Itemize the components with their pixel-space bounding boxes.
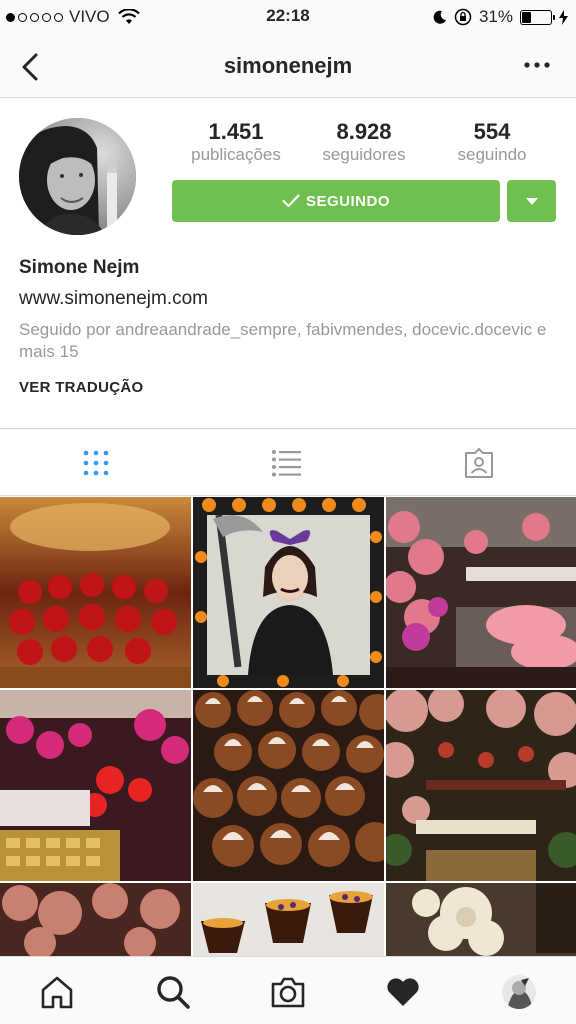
- page-title: simonenejm: [223, 53, 353, 78]
- status-right: 31%: [432, 6, 568, 28]
- bottom-tab-bar: [0, 956, 576, 1024]
- profile-avatar[interactable]: [19, 118, 136, 235]
- stat-posts[interactable]: 1.451 publicações: [172, 119, 300, 165]
- profile-avatar-icon[interactable]: [501, 974, 537, 1010]
- profile-view-tabs: [0, 430, 576, 496]
- photo-thumbnail[interactable]: [193, 690, 384, 881]
- charging-bolt-icon: [559, 9, 568, 25]
- photo-thumbnail[interactable]: [386, 690, 576, 881]
- battery-percent: 31%: [478, 7, 513, 26]
- caret-down-icon: [525, 197, 538, 205]
- grid-icon[interactable]: [81, 448, 111, 478]
- profile-stats: 1.451 publicações 8.928 seguidores 554 s…: [172, 119, 556, 165]
- list-icon[interactable]: [271, 448, 301, 478]
- stat-value: 8.928: [336, 119, 392, 144]
- profile-header: 1.451 publicações 8.928 seguidores 554 s…: [0, 99, 576, 429]
- stat-value: 554: [473, 119, 511, 144]
- profile-website-link[interactable]: www.simonenejm.com: [19, 288, 208, 310]
- checkmark-icon: [282, 194, 300, 208]
- stat-label: seguidores: [322, 145, 406, 164]
- photo-thumbnail[interactable]: [193, 883, 384, 957]
- following-button[interactable]: SEGUINDO: [172, 180, 500, 222]
- profile-full-name: Simone Nejm: [19, 257, 140, 278]
- photo-thumbnail[interactable]: [0, 497, 191, 688]
- more-horizontal-icon[interactable]: [520, 58, 554, 72]
- photo-thumbnail[interactable]: [386, 497, 576, 688]
- stat-followers[interactable]: 8.928 seguidores: [300, 119, 428, 165]
- following-button-label: SEGUINDO: [305, 192, 390, 210]
- tagged-photos-icon[interactable]: [464, 448, 494, 478]
- stat-value: 1.451: [208, 119, 264, 144]
- photo-thumbnail[interactable]: [0, 883, 191, 957]
- photo-thumbnail[interactable]: [193, 497, 384, 688]
- home-icon[interactable]: [39, 974, 75, 1010]
- battery-icon: [520, 9, 555, 25]
- camera-icon[interactable]: [270, 974, 306, 1010]
- stat-label: seguindo: [457, 145, 527, 164]
- photo-grid: [0, 497, 576, 957]
- moon-icon: [433, 10, 446, 24]
- stat-following[interactable]: 554 seguindo: [428, 119, 556, 165]
- photo-thumbnail[interactable]: [0, 690, 191, 881]
- rotation-lock-icon: [454, 8, 472, 26]
- heart-icon[interactable]: [385, 974, 421, 1010]
- stat-label: publicações: [191, 145, 281, 164]
- navigation-bar: simonenejm: [0, 34, 576, 98]
- status-bar: VIVO 22:18 31%: [0, 0, 576, 34]
- followed-by-text[interactable]: Seguido por andreaandrade_sempre, fabivm…: [19, 319, 559, 363]
- photo-thumbnail[interactable]: [386, 883, 576, 957]
- suggestions-dropdown-button[interactable]: [507, 180, 556, 222]
- see-translation-link[interactable]: VER TRADUÇÃO: [19, 379, 143, 396]
- search-icon[interactable]: [155, 974, 191, 1010]
